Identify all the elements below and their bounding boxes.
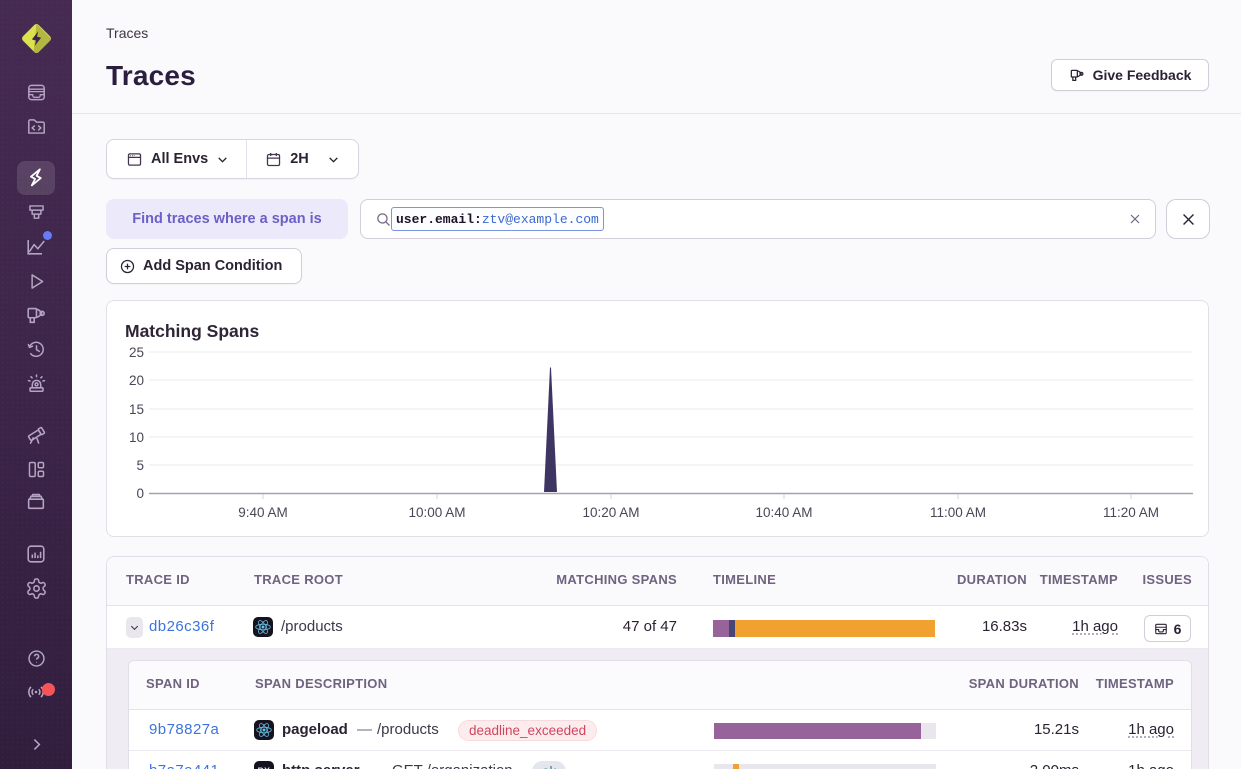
svg-text:5: 5 xyxy=(136,458,144,473)
svg-text:11:20 AM: 11:20 AM xyxy=(1103,505,1159,520)
svg-text:15: 15 xyxy=(129,402,144,417)
svg-text:10:00 AM: 10:00 AM xyxy=(408,505,465,520)
svg-text:20: 20 xyxy=(129,373,144,388)
svg-text:10: 10 xyxy=(129,430,144,445)
svg-text:25: 25 xyxy=(129,345,144,360)
svg-text:11:00 AM: 11:00 AM xyxy=(930,505,986,520)
svg-text:10:20 AM: 10:20 AM xyxy=(582,505,639,520)
svg-text:0: 0 xyxy=(136,486,144,501)
svg-text:9:40 AM: 9:40 AM xyxy=(238,505,288,520)
svg-text:10:40 AM: 10:40 AM xyxy=(755,505,812,520)
